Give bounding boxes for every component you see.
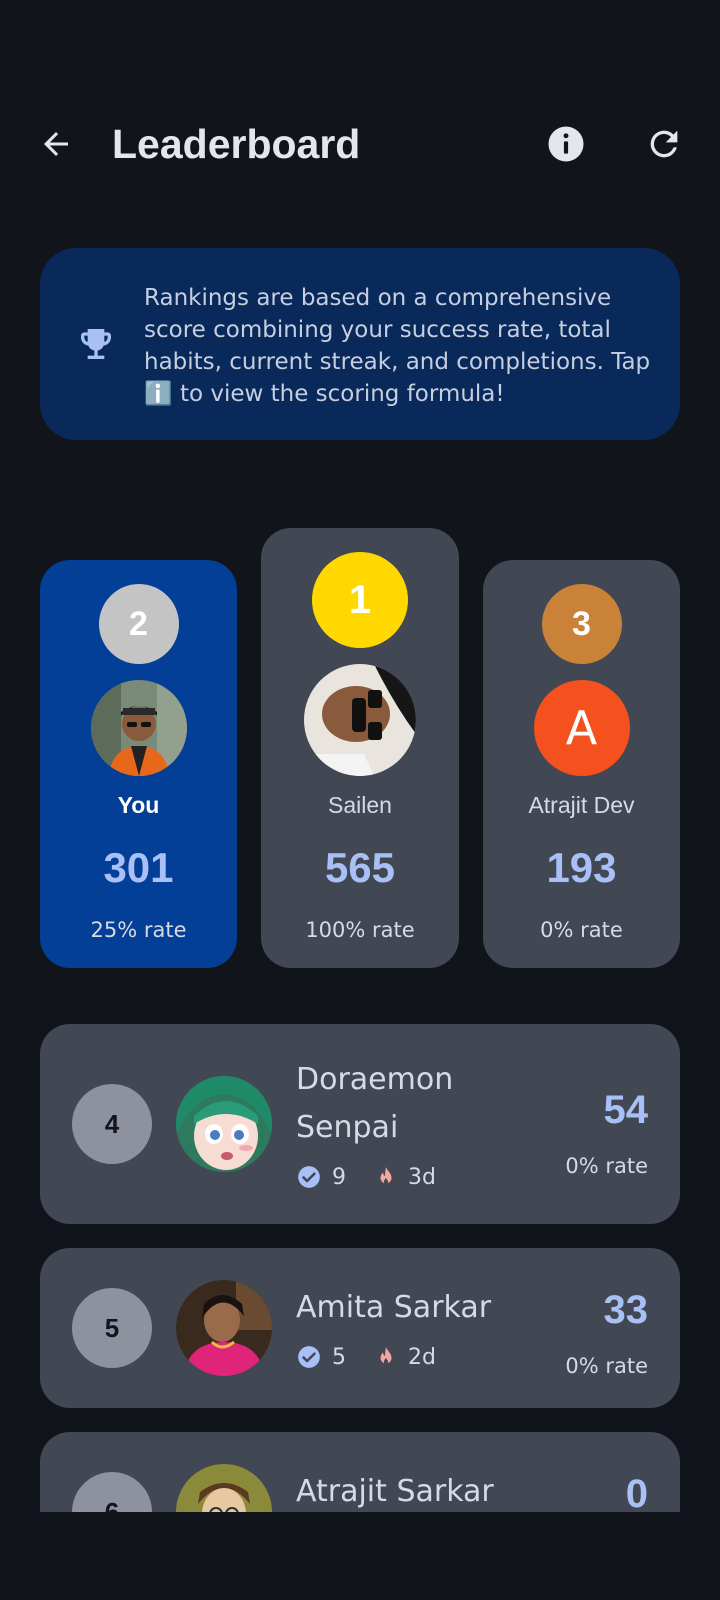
podium-rate: 25% rate — [90, 918, 187, 942]
navigation-bar-area — [0, 1512, 720, 1600]
row-score: 0 — [625, 1472, 648, 1516]
back-button[interactable] — [32, 120, 80, 168]
streak-days: 2d — [408, 1344, 436, 1370]
row-stats: 9 3d — [296, 1164, 464, 1190]
streak-stat: 2d — [374, 1345, 436, 1370]
avatar — [176, 1280, 272, 1376]
rank-badge: 4 — [72, 1084, 152, 1164]
completions-count: 9 — [332, 1164, 346, 1190]
banner-text: Rankings are based on a comprehensive sc… — [144, 285, 651, 407]
row-name-line1: Doraemon — [296, 1062, 454, 1097]
podium-score: 301 — [103, 844, 174, 891]
completions-stat: 5 — [296, 1344, 346, 1370]
row-score: 33 — [603, 1288, 649, 1332]
top-app-bar: Leaderboard — [0, 100, 720, 190]
ranking-info-banner: Rankings are based on a comprehensive sc… — [40, 248, 680, 440]
refresh-button[interactable] — [640, 120, 688, 168]
streak-days: 3d — [408, 1164, 436, 1190]
podium-card-third[interactable]: 3 A Atrajit Dev 193 0% rate — [483, 560, 680, 968]
podium-name: Sailen — [328, 792, 392, 818]
completions-stat: 9 — [296, 1164, 346, 1190]
row-rate: 0% rate — [565, 1354, 648, 1378]
podium-rate: 0% rate — [540, 918, 623, 942]
arrow-left-icon — [44, 132, 68, 156]
avatar — [90, 680, 187, 776]
row-stats: 5 2d — [296, 1344, 464, 1370]
fire-icon — [380, 1347, 392, 1365]
avatar-initial: A — [565, 701, 598, 755]
trophy-icon — [81, 329, 111, 359]
podium-name: Atrajit Dev — [528, 792, 635, 818]
rank-badge: 5 — [72, 1288, 152, 1368]
list-item[interactable]: 4 Doraemon Senpai 9 3d 54 0% rate — [40, 1024, 680, 1224]
list-item[interactable]: 5 Amita Sarkar 5 2d 33 0% rate — [40, 1248, 680, 1408]
row-name-line2: Senpai — [296, 1110, 399, 1145]
avatar: A — [533, 680, 630, 776]
avatar — [304, 664, 416, 776]
check-circle-icon — [298, 1346, 320, 1368]
podium-card-first[interactable]: 1 Sailen 565 100% rate — [261, 528, 459, 968]
rank-badge: 1 — [312, 552, 408, 648]
rank-badge: 3 — [541, 584, 622, 664]
row-score: 54 — [603, 1088, 649, 1132]
podium-card-you[interactable]: 2 You 301 25% rate — [40, 560, 237, 968]
podium-score: 193 — [546, 844, 617, 891]
streak-stat: 3d — [374, 1165, 436, 1190]
info-button[interactable] — [542, 120, 590, 168]
row-rate: 0% rate — [565, 1154, 648, 1178]
podium-name: You — [117, 792, 160, 818]
completions-count: 5 — [332, 1344, 346, 1370]
rank-badge: 2 — [98, 584, 179, 664]
fire-icon — [380, 1167, 392, 1185]
podium-rate: 100% rate — [305, 918, 415, 942]
page-title: Leaderboard — [112, 121, 361, 167]
avatar — [176, 1076, 272, 1172]
row-name: Amita Sarkar — [296, 1290, 492, 1325]
row-name: Atrajit Sarkar — [296, 1474, 494, 1509]
info-icon — [548, 126, 584, 162]
refresh-icon — [650, 130, 678, 158]
podium-score: 565 — [324, 844, 396, 891]
check-circle-icon — [298, 1166, 320, 1188]
